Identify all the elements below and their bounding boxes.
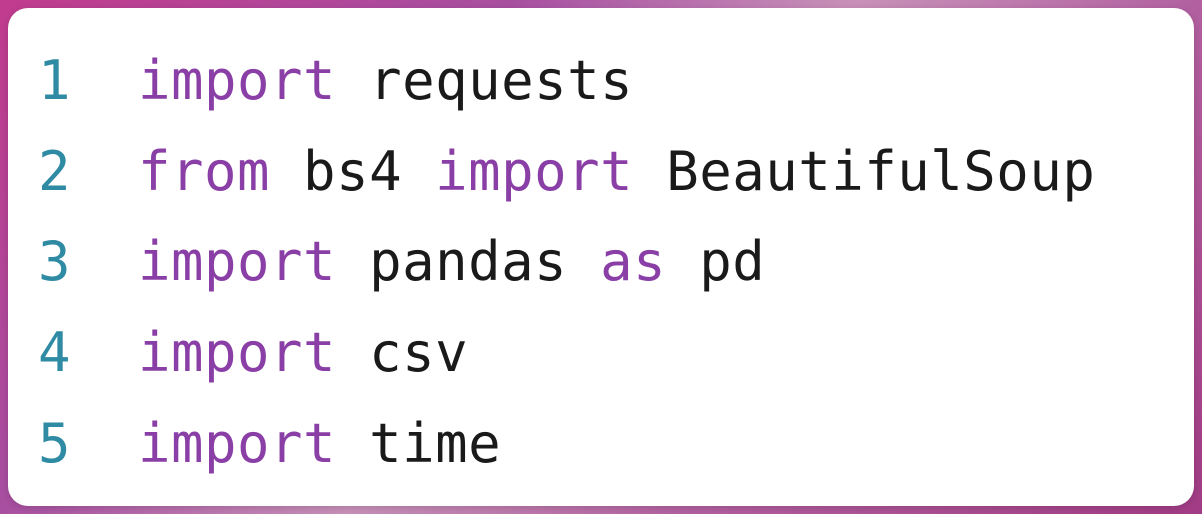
text-token: requests — [336, 49, 633, 112]
line-code: from bs4 import BeautifulSoup — [138, 127, 1095, 218]
line-code: import time — [138, 399, 501, 490]
line-number: 2 — [38, 127, 138, 218]
code-line: 1import requests — [38, 36, 1164, 127]
keyword-token: from — [138, 140, 270, 203]
line-code: import pandas as pd — [138, 217, 765, 308]
text-token: csv — [336, 321, 468, 384]
text-token: pd — [666, 230, 765, 293]
keyword-token: import — [138, 230, 336, 293]
code-card: 1import requests2from bs4 import Beautif… — [8, 8, 1194, 506]
keyword-token: import — [138, 49, 336, 112]
code-line: 3import pandas as pd — [38, 217, 1164, 308]
text-token: bs4 — [270, 140, 435, 203]
code-line: 5import time — [38, 399, 1164, 490]
keyword-token: import — [138, 412, 336, 475]
line-code: import requests — [138, 36, 633, 127]
keyword-token: import — [435, 140, 633, 203]
line-number: 5 — [38, 399, 138, 490]
text-token: BeautifulSoup — [633, 140, 1095, 203]
keyword-token: import — [138, 321, 336, 384]
code-line: 4import csv — [38, 308, 1164, 399]
code-line: 2from bs4 import BeautifulSoup — [38, 127, 1164, 218]
line-number: 3 — [38, 217, 138, 308]
code-block: 1import requests2from bs4 import Beautif… — [38, 36, 1164, 490]
line-code: import csv — [138, 308, 468, 399]
text-token: time — [336, 412, 501, 475]
text-token: pandas — [336, 230, 600, 293]
line-number: 4 — [38, 308, 138, 399]
keyword-token: as — [600, 230, 666, 293]
line-number: 1 — [38, 36, 138, 127]
